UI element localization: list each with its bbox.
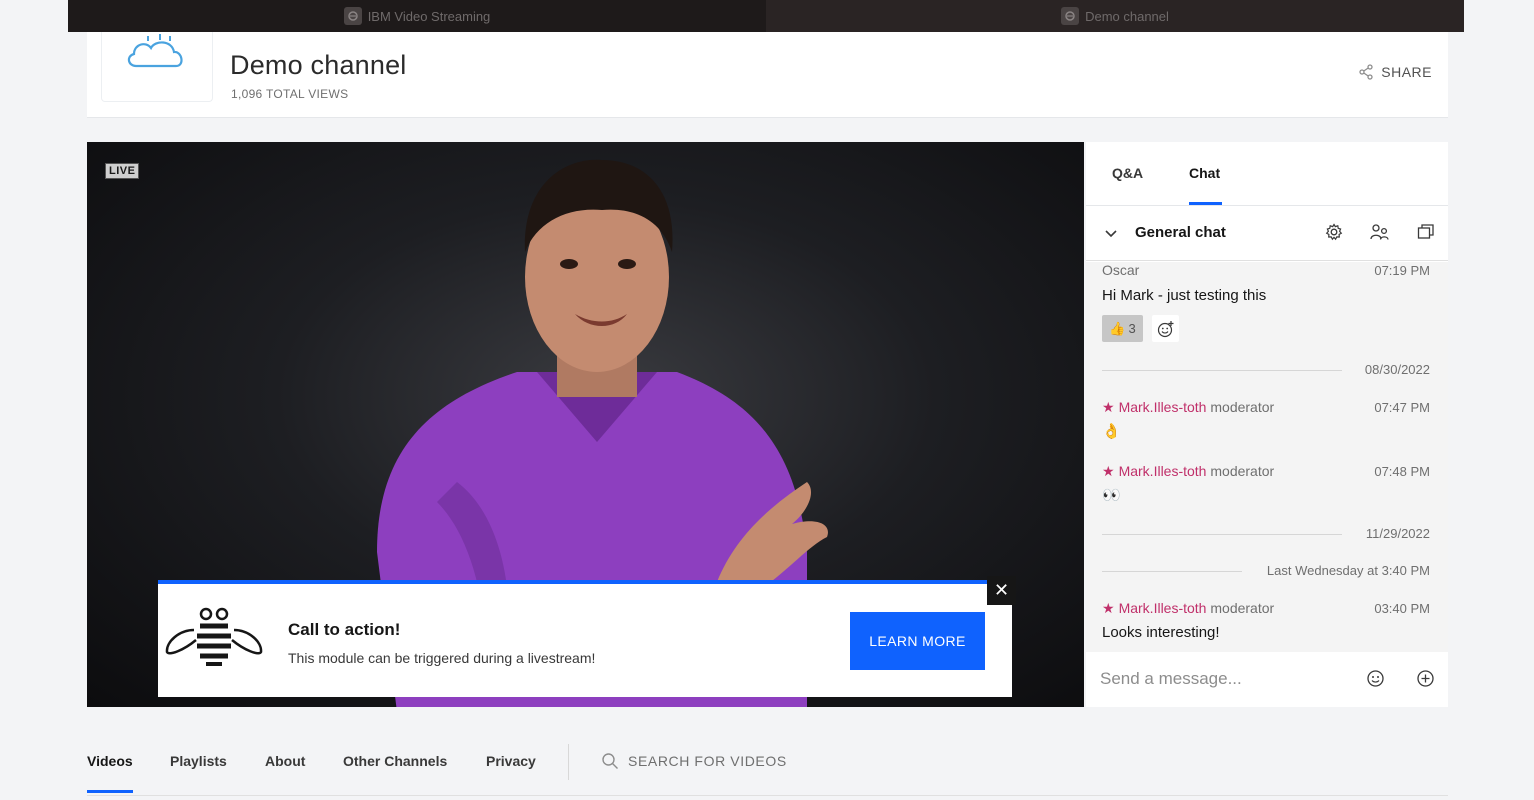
participants-icon[interactable] [1370,223,1390,241]
learn-more-button[interactable]: LEARN MORE [850,612,985,670]
gear-icon[interactable] [1325,223,1343,241]
side-tabs: Q&A Chat [1086,142,1448,206]
cta-description: This module can be triggered during a li… [288,650,596,666]
message-input[interactable] [1100,664,1350,694]
date-label: Last Wednesday at 3:40 PM [1258,563,1430,578]
date-separator: Last Wednesday at 3:40 PM [1102,563,1430,579]
nav-playlists[interactable]: Playlists [170,753,227,769]
chat-header: General chat [1086,207,1448,261]
search-videos-label: SEARCH FOR VIDEOS [628,753,787,769]
chat-composer [1086,652,1448,707]
reaction-count: 3 [1128,321,1136,336]
bee-favicon-icon [1061,7,1080,25]
message-author[interactable]: ★ Mark.Illes-toth moderator [1102,600,1274,617]
chevron-down-icon[interactable] [1104,227,1118,241]
chat-messages: Oscar 07:19 PM Hi Mark - just testing th… [1086,262,1448,652]
active-tab-indicator [1189,202,1222,205]
chat-room-title: General chat [1135,224,1226,241]
date-separator: 11/29/2022 [1102,526,1430,542]
message-time: 07:48 PM [1374,464,1430,479]
channel-title: Demo channel [230,50,407,80]
nav-divider [568,744,569,780]
browser-tab-strip: IBM Video Streaming Demo channel [68,0,1464,32]
active-nav-indicator [87,790,133,793]
search-videos-button[interactable]: SEARCH FOR VIDEOS [601,752,787,770]
browser-tab-label: Demo channel [1085,8,1169,24]
channel-nav: Videos Playlists About Other Channels Pr… [87,738,1448,796]
tab-qa[interactable]: Q&A [1112,165,1143,181]
bee-favicon-icon [343,7,362,25]
date-separator: 08/30/2022 [1102,362,1430,378]
message-text: 👌 [1102,423,1121,440]
nav-other-channels[interactable]: Other Channels [343,753,447,769]
message-text: 👀 [1102,487,1121,504]
share-button[interactable]: SHARE [1358,64,1432,80]
add-reaction-button[interactable] [1152,315,1179,342]
thumbs-up-reaction[interactable]: 👍 3 [1102,315,1143,342]
browser-tab-label: IBM Video Streaming [367,8,491,24]
channel-logo[interactable] [101,32,213,102]
star-icon: ★ [1102,463,1115,479]
channel-header: Demo channel 1,096 TOTAL VIEWS SHARE [87,32,1448,118]
date-label: 08/30/2022 [1356,362,1430,377]
message-text: Hi Mark - just testing this [1102,287,1267,304]
message-time: 07:19 PM [1374,263,1430,278]
browser-tab-ibm-video-streaming[interactable]: IBM Video Streaming [68,0,766,32]
bee-icon [165,607,263,666]
thumbs-up-icon: 👍 [1109,320,1126,336]
channel-total-views: 1,096 TOTAL VIEWS [231,87,349,101]
tab-chat[interactable]: Chat [1189,165,1220,181]
message-author[interactable]: ★ Mark.Illes-toth moderator [1102,399,1274,416]
share-icon [1359,64,1373,80]
cloud-icon [127,34,183,68]
message-time: 07:47 PM [1374,400,1430,415]
video-player[interactable]: LIVE ✕ Call to action! This module can b… [87,142,1084,707]
nav-about[interactable]: About [265,753,305,769]
close-icon[interactable]: ✕ [987,576,1016,605]
popout-icon[interactable] [1417,223,1435,241]
nav-privacy[interactable]: Privacy [486,753,536,769]
share-label: SHARE [1381,64,1432,80]
cta-title: Call to action! [288,620,401,639]
date-label: 11/29/2022 [1357,526,1430,541]
star-icon: ★ [1102,600,1115,616]
search-icon [602,753,618,769]
call-to-action-panel: ✕ Call to action! This module can be tri… [158,576,1016,697]
message-author[interactable]: Oscar [1102,262,1139,278]
message-text: Looks interesting! [1102,624,1220,641]
message-time: 03:40 PM [1374,601,1430,616]
nav-videos[interactable]: Videos [87,753,133,769]
emoji-icon[interactable] [1366,669,1385,688]
live-badge: LIVE [105,163,140,179]
add-emoji-icon [1157,320,1173,337]
star-icon: ★ [1102,399,1115,415]
message-author[interactable]: ★ Mark.Illes-toth moderator [1102,463,1274,480]
add-circle-icon[interactable] [1416,669,1435,688]
side-panel: Q&A Chat General chat Oscar 07:19 PM Hi … [1086,142,1448,707]
browser-tab-demo-channel[interactable]: Demo channel [766,0,1464,32]
